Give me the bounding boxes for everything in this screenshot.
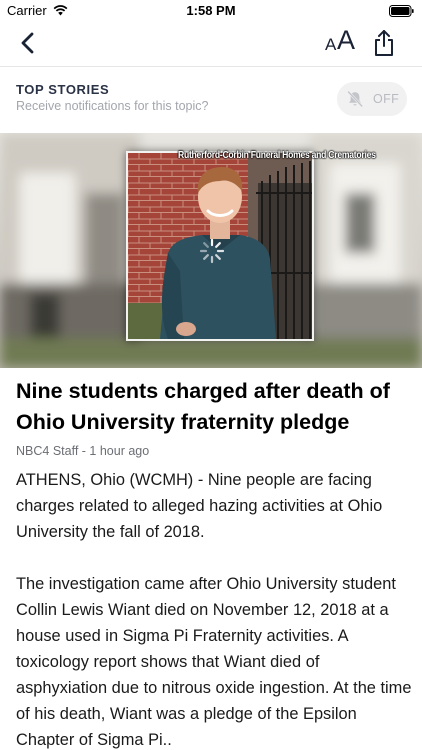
font-size-large-label: A [337, 25, 356, 55]
chevron-left-icon [21, 32, 34, 54]
font-size-button[interactable]: A A [323, 25, 359, 60]
font-size-small-label: A [325, 35, 337, 54]
article-body: ATHENS, Ohio (WCMH) - Nine people are fa… [16, 467, 412, 750]
toggle-state-label: OFF [373, 92, 400, 106]
status-time: 1:58 PM [186, 3, 236, 18]
status-bar: Carrier 1:58 PM [0, 0, 422, 22]
article-headline: Nine students charged after death of Ohi… [16, 379, 390, 434]
photo-credit: Rutherford-Corbin Funeral Homes and Crem… [178, 150, 376, 161]
article-paragraph: ATHENS, Ohio (WCMH) - Nine people are fa… [16, 471, 383, 541]
article-paragraph: The investigation came after Ohio Univer… [16, 575, 412, 749]
back-button[interactable] [14, 28, 44, 58]
bell-slash-icon [347, 90, 364, 108]
battery-icon [389, 5, 414, 17]
topic-subtitle: Receive notifications for this topic? [16, 99, 209, 113]
hero-image[interactable]: Rutherford-Corbin Funeral Homes and Crem… [0, 133, 422, 368]
topic-title: TOP STORIES [16, 82, 110, 97]
share-button[interactable] [370, 28, 398, 58]
notification-toggle[interactable]: OFF [337, 82, 407, 116]
article-byline: NBC4 Staff - 1 hour ago [16, 444, 150, 458]
loading-spinner-icon [199, 238, 225, 264]
share-icon [375, 30, 393, 56]
topic-notification-row: TOP STORIES Receive notifications for th… [0, 66, 422, 132]
nav-bar: A A [0, 22, 422, 66]
